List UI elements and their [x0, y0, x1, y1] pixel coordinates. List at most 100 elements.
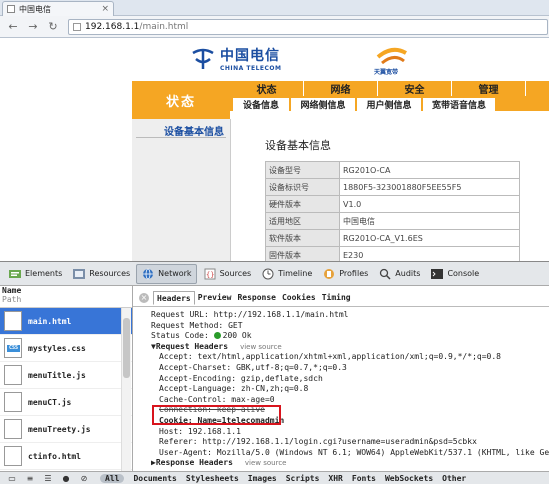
request-details: × Headers Preview Response Cookies Timin…: [133, 286, 549, 471]
info-key: 设备标识号: [265, 178, 340, 196]
close-tab-icon[interactable]: ×: [101, 4, 109, 14]
info-key: 软件版本: [265, 229, 340, 247]
resource-item[interactable]: menuTreety.js: [0, 416, 132, 443]
info-row: 设备标识号 1880F5-323001880F5EE55F5: [265, 178, 520, 196]
logo-banner: 中国电信 CHINA TELECOM 天翼宽带: [132, 39, 549, 81]
sub-nav-user-info[interactable]: 用户侧信息: [357, 98, 421, 111]
network-globe-icon: [143, 268, 154, 279]
close-details-icon[interactable]: ×: [139, 293, 149, 303]
request-method-value: GET: [228, 320, 243, 330]
resource-list-header[interactable]: Name Path: [0, 286, 132, 308]
html-file-icon: [4, 311, 22, 331]
status-code-row: Status Code: 200 Ok: [151, 331, 549, 342]
browser-tab[interactable]: 中国电信 ×: [2, 1, 114, 16]
resource-name: mystyles.css: [28, 343, 86, 353]
filter-images[interactable]: Images: [248, 474, 277, 483]
tab-timing[interactable]: Timing: [319, 291, 354, 305]
browser-toolbar: ← → ↻ 192.168.1.1/main.html: [0, 16, 549, 38]
response-headers-section[interactable]: ▶Response Headers view source: [151, 458, 549, 469]
request-headers-section[interactable]: ▼Request Headers view source: [151, 342, 549, 353]
request-url-value: http://192.168.1.1/main.html: [213, 310, 349, 319]
cookie-highlight-box: [152, 405, 281, 425]
sub-nav: 设备信息 网络侧信息 用户侧信息 宽带语音信息: [230, 96, 549, 111]
request-url-row: Request URL: http://192.168.1.1/main.htm…: [151, 310, 549, 321]
sub-nav-network-info[interactable]: 网络侧信息: [291, 98, 355, 111]
sidebar-link-device-basic-info[interactable]: 设备基本信息: [164, 123, 224, 138]
tool-audits[interactable]: Audits: [374, 264, 424, 284]
view-source-link[interactable]: view source: [245, 459, 287, 467]
tool-resources-label: Resources: [89, 269, 131, 278]
info-value: RG201O-CA: [339, 161, 520, 179]
resource-item[interactable]: CSS mystyles.css: [0, 335, 132, 362]
tab-cookies[interactable]: Cookies: [279, 291, 319, 305]
back-arrow-icon[interactable]: ←: [6, 20, 20, 34]
resource-item[interactable]: main.html: [0, 308, 132, 335]
top-nav-security[interactable]: 安全: [378, 81, 452, 96]
reload-icon[interactable]: ↻: [46, 20, 60, 34]
filter-stylesheets[interactable]: Stylesheets: [186, 474, 239, 483]
filter-documents[interactable]: Documents: [133, 474, 176, 483]
top-nav-network[interactable]: 网络: [304, 81, 378, 96]
top-nav-management[interactable]: 管理: [452, 81, 526, 96]
forward-arrow-icon[interactable]: →: [26, 20, 40, 34]
header-accept-charset: Accept-Charset: GBK,utf-8;q=0.7,*;q=0.3: [159, 362, 347, 372]
tab-title: 中国电信: [19, 4, 51, 14]
tab-response[interactable]: Response: [234, 291, 279, 305]
info-row: 适用地区 中国电信: [265, 212, 520, 230]
header-referer: Referer: http://192.168.1.1/login.cgi?us…: [159, 437, 477, 447]
header-user-agent: User-Agent: Mozilla/5.0 (Windows NT 6.1;…: [159, 447, 549, 457]
view-source-link[interactable]: view source: [240, 343, 282, 351]
scrollbar-thumb[interactable]: [123, 318, 130, 378]
tianyi-text: 天翼宽带: [374, 69, 399, 76]
tool-resources[interactable]: Resources: [68, 264, 134, 284]
profiles-icon: [324, 268, 335, 279]
sources-icon: {}: [204, 268, 216, 279]
sub-nav-voice-info[interactable]: 宽带语音信息: [423, 98, 495, 111]
tool-console[interactable]: Console: [426, 264, 483, 284]
tool-timeline-label: Timeline: [278, 269, 313, 278]
resource-item[interactable]: menuTitle.js: [0, 362, 132, 389]
tool-elements-label: Elements: [25, 269, 63, 278]
tool-profiles[interactable]: Profiles: [318, 264, 372, 284]
address-bar[interactable]: 192.168.1.1/main.html: [68, 18, 548, 35]
console-icon: [431, 268, 444, 279]
browser-tab-strip: 中国电信 ×: [0, 0, 549, 16]
url-host: 192.168.1.1: [85, 21, 140, 32]
resource-list-scrollbar[interactable]: [121, 308, 131, 471]
js-file-icon: [4, 419, 22, 439]
tool-network[interactable]: Network: [136, 263, 197, 284]
header-accept-language: Accept-Language: zh-CN,zh;q=0.8: [159, 384, 309, 394]
filter-all[interactable]: All: [100, 474, 125, 483]
tool-console-label: Console: [447, 269, 480, 278]
sub-nav-device-info[interactable]: 设备信息: [233, 98, 289, 111]
tab-preview[interactable]: Preview: [195, 291, 235, 305]
resource-name: menuTitle.js: [28, 370, 86, 380]
tool-elements[interactable]: Elements: [4, 264, 66, 284]
main-content: 设备基本信息 设备型号 RG201O-CA 设备标识号 1880F5-32300188…: [230, 119, 549, 261]
filter-scripts[interactable]: Scripts: [286, 474, 320, 483]
tab-headers[interactable]: Headers: [153, 291, 195, 305]
tool-network-label: Network: [158, 269, 192, 278]
info-key: 设备型号: [265, 161, 340, 179]
resource-item[interactable]: menuCT.js: [0, 389, 132, 416]
resources-icon: [73, 268, 86, 279]
filter-websockets[interactable]: WebSockets: [385, 474, 433, 483]
tool-timeline[interactable]: Timeline: [257, 264, 316, 284]
large-rows-icon[interactable]: ☰: [42, 474, 54, 484]
filter-other[interactable]: Other: [442, 474, 466, 483]
tool-sources[interactable]: {} Sources: [199, 264, 256, 284]
filter-xhr[interactable]: XHR: [328, 474, 342, 483]
console-toggle-icon[interactable]: ≡: [24, 474, 36, 484]
resource-item[interactable]: ctinfo.html: [0, 443, 132, 470]
record-icon[interactable]: ●: [60, 474, 72, 484]
status-code-value: 200 Ok: [222, 331, 252, 341]
resource-name: menuTreety.js: [28, 424, 91, 434]
filter-fonts[interactable]: Fonts: [352, 474, 376, 483]
clear-icon[interactable]: ⊘: [78, 474, 90, 484]
top-nav: 状态 网络 安全 管理: [230, 81, 549, 96]
dock-icon[interactable]: ▭: [6, 474, 18, 484]
timeline-clock-icon: [262, 268, 274, 279]
top-nav-status[interactable]: 状态: [230, 81, 304, 96]
info-value: V1.0: [339, 195, 520, 213]
devtools-panel: Elements Resources Network {} Sources Ti…: [0, 261, 549, 484]
